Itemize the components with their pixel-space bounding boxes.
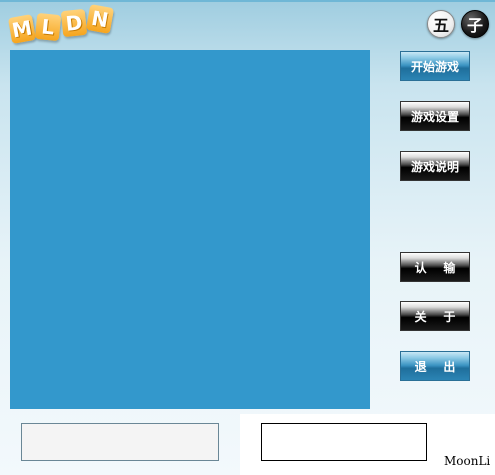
logo-letter: M — [7, 14, 37, 44]
white-player-status-field[interactable] — [261, 423, 427, 461]
top-border — [0, 0, 495, 2]
black-player-status-field[interactable] — [21, 423, 219, 461]
game-settings-button[interactable]: 游戏设置 — [400, 101, 470, 131]
exit-button[interactable]: 退 出 — [400, 351, 470, 381]
start-game-button[interactable]: 开始游戏 — [400, 51, 470, 81]
black-piece-icon: 子 — [461, 10, 489, 38]
game-board[interactable] — [10, 50, 370, 409]
logo-letter: L — [34, 12, 62, 42]
resign-button[interactable]: 认 输 — [400, 252, 470, 282]
logo-letter: D — [60, 8, 88, 38]
game-help-button[interactable]: 游戏说明 — [400, 151, 470, 181]
about-button[interactable]: 关 于 — [400, 301, 470, 331]
author-label: MoonLi — [444, 454, 491, 468]
piece-icons: 五 子 — [427, 10, 489, 38]
mldn-logo: M L D N — [7, 4, 120, 48]
white-piece-icon: 五 — [427, 10, 455, 38]
logo-letter: N — [85, 4, 115, 34]
